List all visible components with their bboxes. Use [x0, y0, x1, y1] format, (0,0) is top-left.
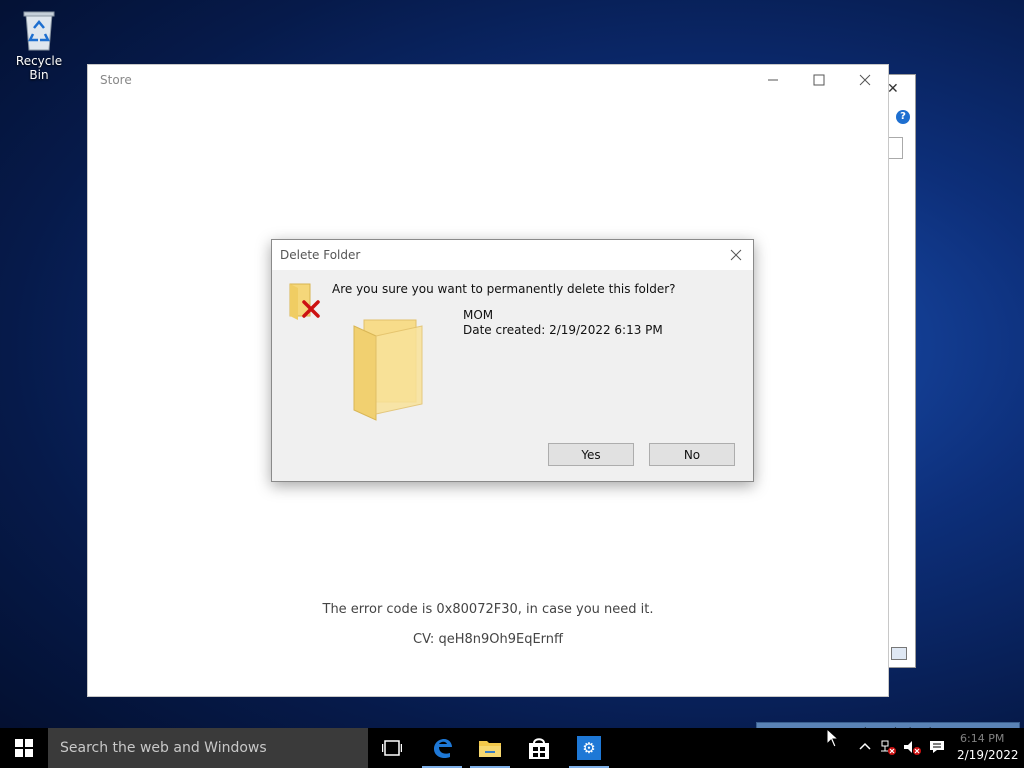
help-icon[interactable]: ?	[896, 110, 910, 124]
chevron-up-icon[interactable]	[858, 740, 872, 752]
dialog-title: Delete Folder	[280, 248, 361, 262]
clock-date[interactable]: 2/19/2022	[957, 748, 1019, 762]
search-box[interactable]: Search the web and Windows	[48, 728, 368, 768]
background-window-close-icon[interactable]: ✕	[887, 81, 899, 97]
action-center-icon[interactable]	[929, 740, 945, 754]
background-window-status-icon	[891, 647, 907, 660]
store-icon	[529, 738, 549, 759]
close-button[interactable]	[842, 65, 888, 95]
start-button[interactable]	[0, 728, 48, 768]
search-placeholder: Search the web and Windows	[60, 740, 267, 756]
dialog-close-button[interactable]	[725, 244, 747, 266]
confirmation-question: Are you sure you want to permanently del…	[332, 282, 676, 296]
speaker-muted-icon[interactable]	[903, 740, 923, 756]
maximize-button[interactable]	[796, 65, 842, 95]
recycle-bin-icon	[21, 8, 57, 52]
settings-button[interactable]: ⚙	[565, 728, 613, 768]
mouse-cursor-icon	[826, 728, 840, 748]
folder-icon	[352, 318, 426, 425]
store-button[interactable]	[515, 728, 563, 768]
taskbar: Search the web and Windows ⚙ 6:14 PM 2/1…	[0, 728, 1024, 768]
windows-logo-icon	[15, 739, 33, 757]
folder-icon	[479, 741, 501, 757]
error-code-text: The error code is 0x80072F30, in case yo…	[322, 602, 654, 617]
close-icon	[859, 74, 871, 86]
folder-name: MOM	[463, 308, 494, 322]
minimize-icon	[768, 79, 778, 81]
close-icon	[730, 249, 742, 261]
folder-date-created: Date created: 2/19/2022 6:13 PM	[463, 323, 663, 337]
edge-button[interactable]	[418, 728, 466, 768]
file-explorer-button[interactable]	[466, 728, 514, 768]
no-button[interactable]: No	[649, 443, 735, 466]
delete-folder-icon	[288, 282, 322, 323]
recycle-bin-shortcut[interactable]: Recycle Bin	[8, 8, 70, 82]
minimize-button[interactable]	[750, 65, 796, 95]
network-error-icon[interactable]	[880, 740, 898, 756]
edge-icon	[434, 739, 452, 759]
maximize-icon	[813, 74, 825, 86]
delete-folder-dialog: Delete Folder Are you sure you want to p…	[271, 239, 754, 482]
gear-icon: ⚙	[577, 736, 601, 760]
yes-button[interactable]: Yes	[548, 443, 634, 466]
store-window-title: Store	[100, 73, 132, 87]
recycle-bin-label: Recycle Bin	[15, 54, 63, 82]
task-view-button[interactable]	[368, 728, 416, 768]
correlation-vector-text: CV: qeH8n9Oh9EqErnff	[413, 632, 563, 647]
dialog-titlebar: Delete Folder	[272, 240, 753, 270]
clock-time[interactable]: 6:14 PM	[960, 732, 1004, 745]
task-view-icon	[382, 740, 402, 756]
